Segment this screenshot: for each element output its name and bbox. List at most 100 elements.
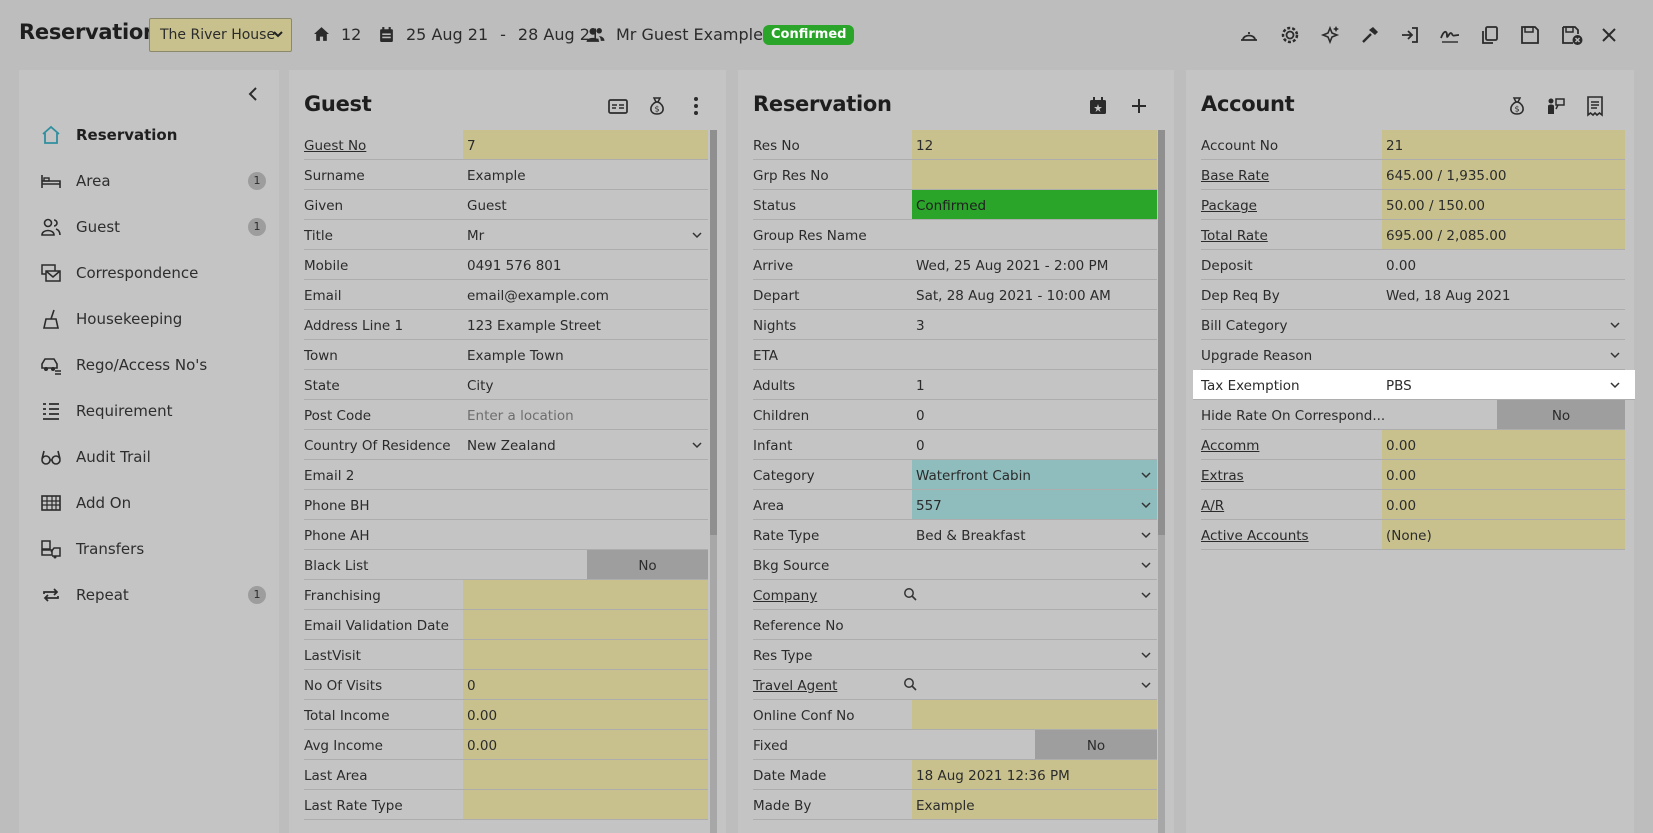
field-value[interactable]: Sat, 28 Aug 2021 - 10:00 AM [912, 280, 1157, 309]
chevron-down-icon[interactable] [1140, 559, 1152, 571]
receipt-icon[interactable] [1584, 95, 1606, 117]
sidebar-item-area[interactable]: Area 1 [40, 169, 266, 193]
field-value[interactable]: email@example.com [463, 280, 708, 309]
hammer-icon[interactable] [1359, 24, 1381, 46]
signature-icon[interactable] [1439, 24, 1461, 46]
field-label[interactable]: A/R [1201, 498, 1224, 514]
field-value[interactable]: 1 [912, 370, 1157, 399]
calendar-star-icon[interactable] [1087, 95, 1109, 117]
gear-icon[interactable] [1279, 24, 1301, 46]
field-value[interactable] [912, 670, 1157, 699]
field-value[interactable]: Enter a location [463, 400, 708, 429]
person-chart-icon[interactable] [1545, 95, 1567, 117]
field-value[interactable]: Wed, 18 Aug 2021 [1382, 280, 1625, 309]
money-bag-icon[interactable]: $ [1506, 95, 1528, 117]
plus-icon[interactable] [1128, 95, 1150, 117]
save-close-icon[interactable] [1561, 24, 1583, 46]
field-value[interactable] [912, 220, 1157, 249]
field-value[interactable]: 123 Example Street [463, 310, 708, 339]
sparkle-icon[interactable] [1319, 24, 1341, 46]
field-value[interactable] [1382, 310, 1625, 339]
field-value[interactable]: Example [463, 160, 708, 189]
field-value[interactable]: PBS [1382, 370, 1625, 399]
close-icon[interactable] [1598, 24, 1620, 46]
field-label[interactable]: Active Accounts [1201, 528, 1309, 544]
toggle-button[interactable]: No [1035, 730, 1157, 759]
field-label[interactable]: Accomm [1201, 438, 1259, 454]
field-value[interactable]: Bed & Breakfast [912, 520, 1157, 549]
chevron-down-icon[interactable] [1140, 589, 1152, 601]
sidebar-item-repeat[interactable]: Repeat 1 [40, 583, 266, 607]
field-value[interactable]: Confirmed [912, 190, 1157, 219]
field-value[interactable]: Waterfront Cabin [912, 460, 1157, 489]
field-value[interactable] [463, 490, 708, 519]
chevron-down-icon[interactable] [1609, 349, 1621, 361]
chevron-down-icon[interactable] [691, 439, 703, 451]
chevron-down-icon[interactable] [1140, 499, 1152, 511]
field-label[interactable]: Travel Agent [753, 678, 837, 694]
chevron-down-icon[interactable] [1140, 649, 1152, 661]
field-label[interactable]: Base Rate [1201, 168, 1269, 184]
save-icon[interactable] [1519, 24, 1541, 46]
sidebar-item-transfers[interactable]: Transfers [40, 537, 266, 561]
chevron-down-icon[interactable] [1609, 379, 1621, 391]
toggle-button[interactable]: No [1497, 400, 1625, 429]
field-value[interactable]: Guest [463, 190, 708, 219]
field-value[interactable]: New Zealand [463, 430, 708, 459]
search-icon[interactable] [903, 677, 917, 691]
field-value[interactable]: 0491 576 801 [463, 250, 708, 279]
bell-service-icon[interactable] [1238, 24, 1260, 46]
field-value[interactable]: Wed, 25 Aug 2021 - 2:00 PM [912, 250, 1157, 279]
scrollbar-thumb[interactable] [1158, 130, 1165, 535]
more-vertical-icon[interactable] [685, 95, 707, 117]
bed-icon [41, 175, 61, 188]
field-label[interactable]: Total Rate [1201, 228, 1268, 244]
field-label[interactable]: Extras [1201, 468, 1244, 484]
field-value[interactable] [912, 610, 1157, 639]
id-card-icon[interactable] [607, 95, 629, 117]
field-value[interactable]: 557 [912, 490, 1157, 519]
field-value[interactable]: Example Town [463, 340, 708, 369]
field-value[interactable]: 0 [912, 400, 1157, 429]
scrollbar-thumb[interactable] [710, 130, 717, 535]
property-select[interactable]: The River House [149, 18, 292, 52]
chevron-down-icon[interactable] [1609, 319, 1621, 331]
field-value[interactable] [1382, 340, 1625, 369]
field-label[interactable]: Guest No [304, 138, 366, 154]
field-value: 21 [1382, 130, 1625, 159]
field-value[interactable]: City [463, 370, 708, 399]
sidebar-item-audit-trail[interactable]: Audit Trail [40, 445, 266, 469]
sidebar-item-correspondence[interactable]: Correspondence [40, 261, 266, 285]
chevron-down-icon[interactable] [1140, 529, 1152, 541]
toggle-button[interactable]: No [587, 550, 708, 579]
field-label[interactable]: Package [1201, 198, 1257, 214]
sidebar-item-housekeeping[interactable]: Housekeeping [40, 307, 266, 331]
sidebar-item-guest[interactable]: Guest 1 [40, 215, 266, 239]
sign-in-icon[interactable] [1399, 24, 1421, 46]
search-icon[interactable] [903, 587, 917, 601]
money-bag-icon[interactable]: $ [646, 95, 668, 117]
header-date-sep: - [500, 25, 506, 44]
field-value[interactable]: 0.00 [1382, 250, 1625, 279]
sidebar-item-reservation[interactable]: Reservation [40, 123, 266, 147]
field-label[interactable]: Company [753, 588, 817, 604]
field-value[interactable] [912, 340, 1157, 369]
chevron-down-icon[interactable] [691, 229, 703, 241]
field-value[interactable] [912, 580, 1157, 609]
field-value[interactable]: 0 [912, 430, 1157, 459]
sidebar-item-requirement[interactable]: Requirement [40, 399, 266, 423]
field-value[interactable]: 3 [912, 310, 1157, 339]
chevron-left-icon[interactable] [245, 86, 261, 102]
field-row: Travel Agent [753, 670, 1157, 700]
chevron-down-icon[interactable] [1140, 679, 1152, 691]
chevron-down-icon[interactable] [1140, 469, 1152, 481]
field-value[interactable] [912, 550, 1157, 579]
field-value[interactable] [463, 520, 708, 549]
sidebar-item-rego[interactable]: Rego/Access No's [40, 353, 266, 377]
field-value[interactable] [463, 460, 708, 489]
field-row: Given Guest [304, 190, 708, 220]
copy-icon[interactable] [1479, 24, 1501, 46]
field-value[interactable] [912, 640, 1157, 669]
sidebar-item-add-on[interactable]: Add On [40, 491, 266, 515]
field-value[interactable]: Mr [463, 220, 708, 249]
